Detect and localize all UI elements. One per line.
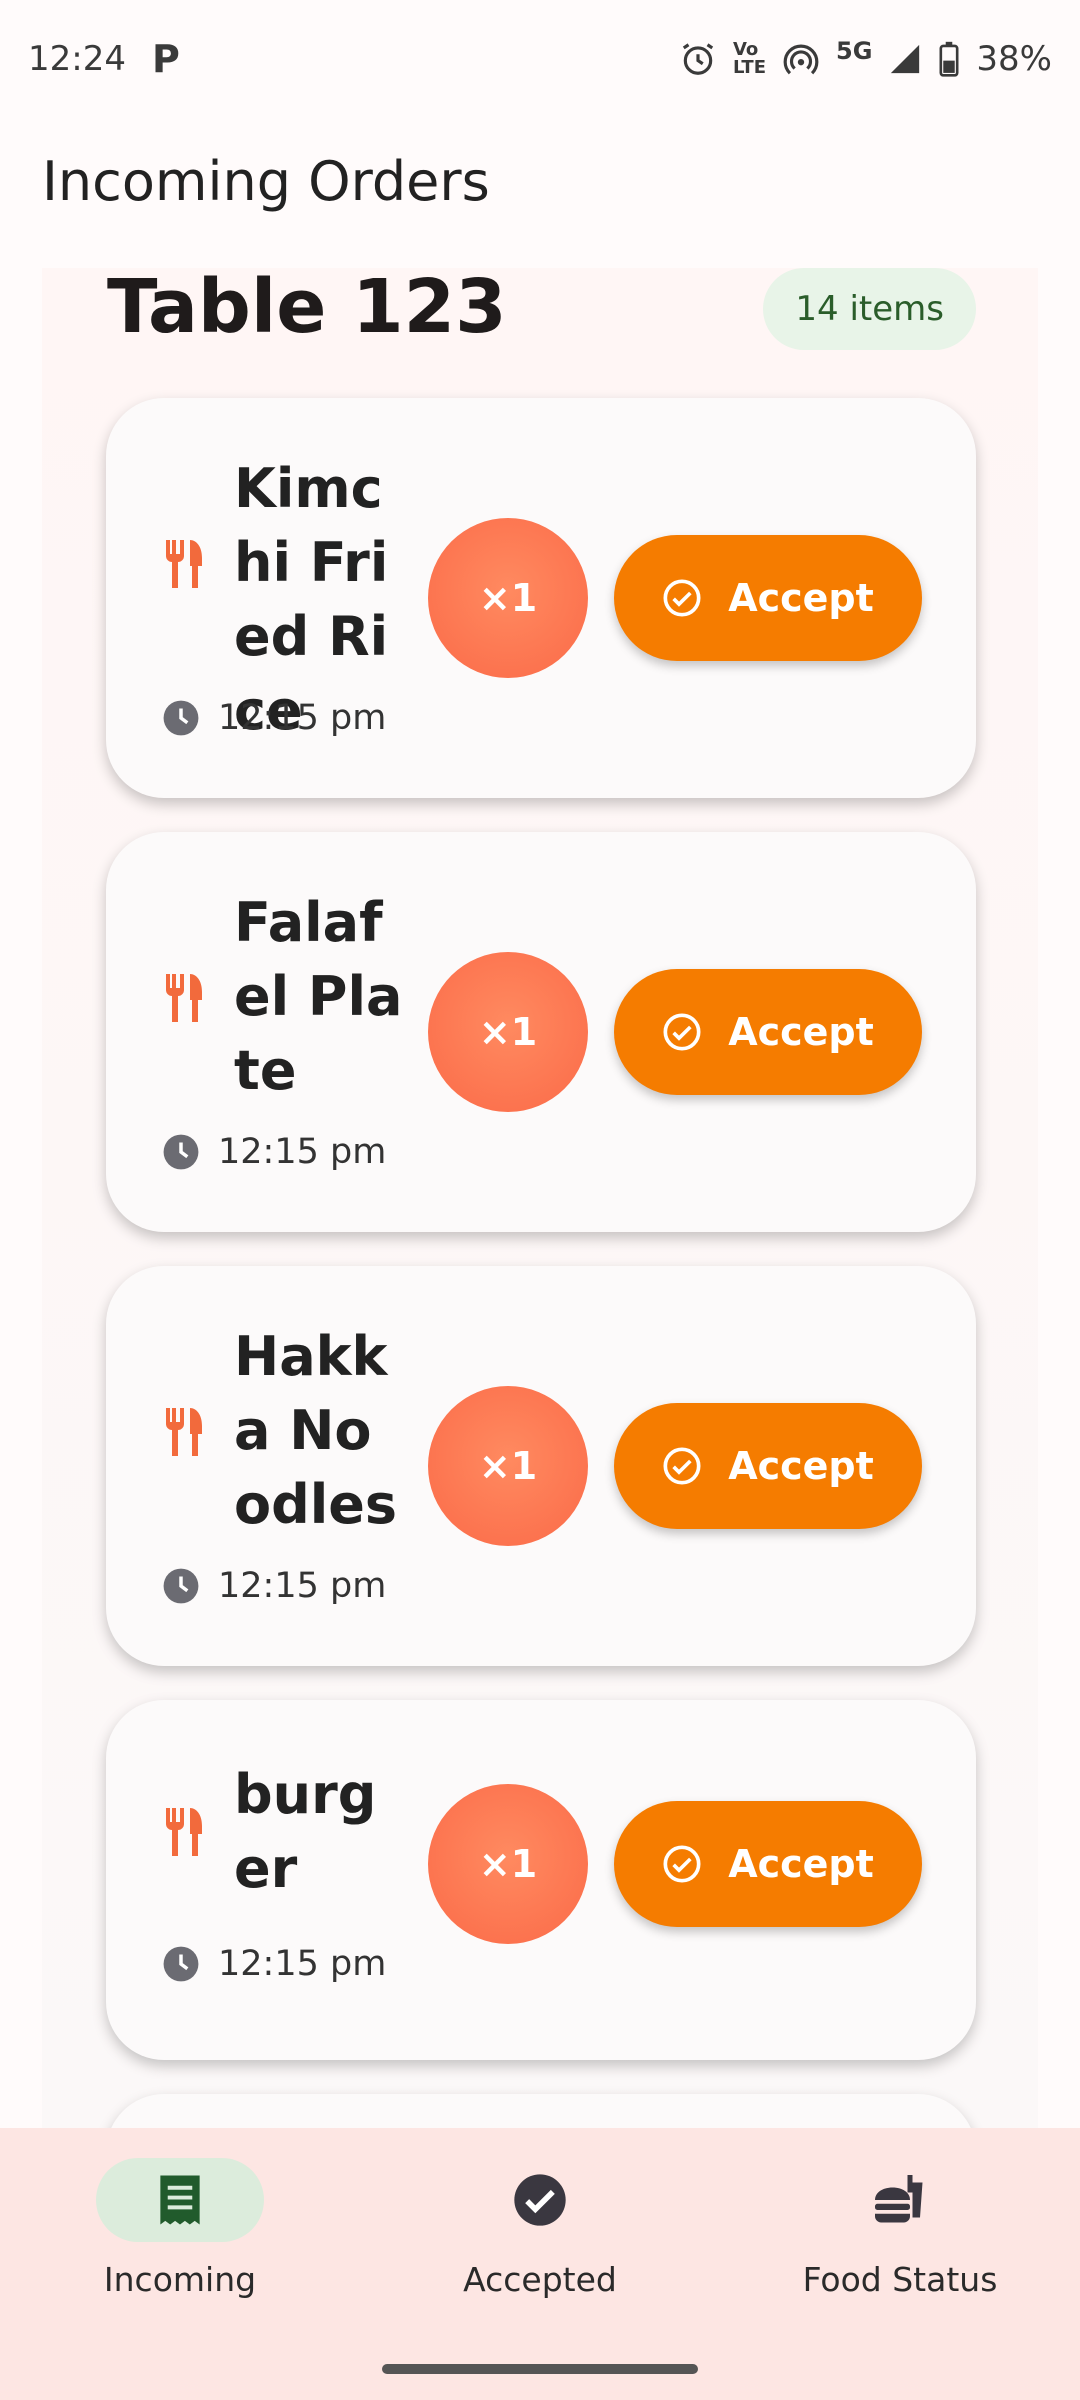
nav-label: Accepted bbox=[463, 2260, 617, 2299]
clock-icon bbox=[163, 1946, 199, 1982]
order-time-row: 12:15 pm bbox=[162, 1944, 386, 1984]
order-time: 12:15 pm bbox=[218, 1944, 387, 1984]
order-card[interactable]: Hakka Noodles 12:15 pm ×1 Accept bbox=[106, 1266, 976, 1666]
nav-accepted[interactable]: Accepted bbox=[360, 2158, 720, 2299]
carrier-badge: P bbox=[151, 37, 180, 81]
clock-icon bbox=[163, 1134, 199, 1170]
order-time-row: 12:15 pm bbox=[162, 1566, 386, 1606]
home-indicator[interactable] bbox=[382, 2364, 698, 2374]
accept-label: Accept bbox=[728, 1444, 874, 1488]
orders-panel[interactable]: Table 123 14 items Kimchi Fried Rice 12:… bbox=[42, 268, 1038, 2128]
nav-label: Incoming bbox=[103, 2260, 257, 2299]
quantity-badge: ×1 bbox=[428, 952, 588, 1112]
clock-icon bbox=[163, 700, 199, 736]
check-circle-icon bbox=[663, 1013, 701, 1051]
order-time: 12:15 pm bbox=[218, 1566, 387, 1606]
signal-icon bbox=[888, 42, 922, 76]
nav-food-status[interactable]: Food Status bbox=[720, 2158, 1080, 2299]
volte-icon: Vo LTE bbox=[732, 39, 767, 78]
accept-label: Accept bbox=[728, 1842, 874, 1886]
order-card[interactable] bbox=[106, 2094, 976, 2128]
accept-label: Accept bbox=[728, 576, 874, 620]
order-time-row: 12:15 pm bbox=[162, 1132, 386, 1172]
page-title: Incoming Orders bbox=[42, 150, 490, 213]
status-bar: 12:24 P Vo LTE 5G 38% bbox=[0, 0, 1080, 118]
alarm-icon bbox=[679, 40, 717, 78]
order-card[interactable]: Kimchi Fried Rice 12:15 pm ×1 Accept bbox=[106, 398, 976, 798]
utensils-icon bbox=[162, 1806, 206, 1862]
check-circle-icon bbox=[514, 2174, 566, 2226]
network-type: 5G bbox=[836, 37, 873, 65]
order-time: 12:15 pm bbox=[218, 698, 387, 738]
quantity-badge: ×1 bbox=[428, 1386, 588, 1546]
nav-active-indicator bbox=[96, 2158, 264, 2242]
order-time-row: 12:15 pm bbox=[162, 698, 386, 738]
utensils-icon bbox=[162, 1406, 206, 1462]
nav-incoming[interactable]: Incoming bbox=[0, 2158, 360, 2299]
battery-percent: 38% bbox=[976, 39, 1052, 79]
food-icon bbox=[875, 2175, 923, 2223]
status-time: 12:24 bbox=[28, 39, 126, 79]
order-time: 12:15 pm bbox=[218, 1132, 387, 1172]
quantity-badge: ×1 bbox=[428, 518, 588, 678]
utensils-icon bbox=[162, 538, 206, 594]
bottom-navigation: Incoming Accepted Food Status bbox=[0, 2128, 1080, 2400]
order-card[interactable]: Falafel Plate 12:15 pm ×1 Accept bbox=[106, 832, 976, 1232]
check-circle-icon bbox=[663, 1447, 701, 1485]
utensils-icon bbox=[162, 972, 206, 1028]
hotspot-icon bbox=[782, 40, 820, 78]
check-circle-icon bbox=[663, 579, 701, 617]
table-title: Table 123 bbox=[107, 268, 507, 350]
dish-name: Falafel Plate bbox=[234, 891, 403, 1102]
nav-label: Food Status bbox=[802, 2260, 998, 2299]
battery-icon bbox=[938, 41, 960, 77]
dish-name: burger bbox=[234, 1763, 377, 1900]
items-count-badge: 14 items bbox=[763, 268, 976, 350]
accept-button[interactable]: Accept bbox=[614, 535, 922, 661]
accept-button[interactable]: Accept bbox=[614, 969, 922, 1095]
check-circle-icon bbox=[663, 1845, 701, 1883]
accept-button[interactable]: Accept bbox=[614, 1801, 922, 1927]
accept-button[interactable]: Accept bbox=[614, 1403, 922, 1529]
order-card[interactable]: burger 12:15 pm ×1 Accept bbox=[106, 1700, 976, 2060]
quantity-badge: ×1 bbox=[428, 1784, 588, 1944]
accept-label: Accept bbox=[728, 1010, 874, 1054]
clock-icon bbox=[163, 1568, 199, 1604]
receipt-icon bbox=[160, 2175, 200, 2225]
dish-name: Hakka Noodles bbox=[234, 1325, 398, 1536]
